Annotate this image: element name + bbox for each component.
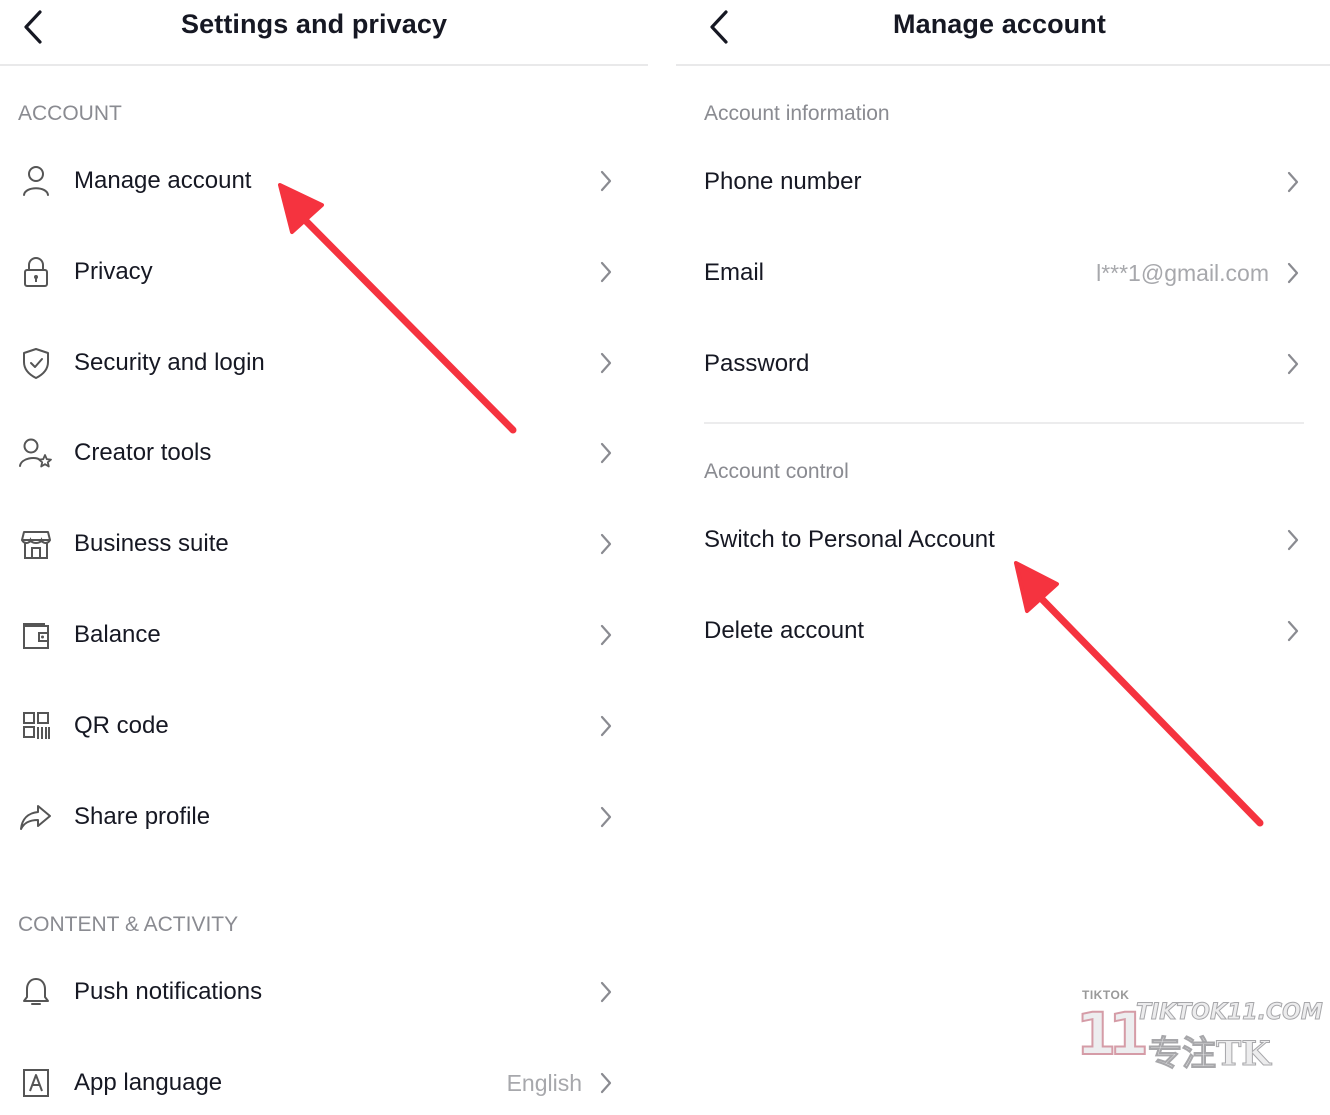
- app-language-value: English: [506, 1069, 582, 1096]
- row-label: Manage account: [74, 167, 252, 194]
- row-label: Business suite: [74, 530, 229, 557]
- section-label-account-information: Account information: [704, 102, 890, 125]
- row-label: Password: [704, 350, 810, 377]
- row-manage-account[interactable]: Manage account: [0, 149, 630, 213]
- section-label-account: ACCOUNT: [18, 102, 122, 125]
- row-label: Switch to Personal Account: [704, 526, 995, 553]
- back-button[interactable]: [704, 8, 734, 46]
- chevron-right-icon: [1285, 352, 1301, 376]
- chevron-right-icon: [598, 351, 614, 375]
- row-app-language[interactable]: App language English: [0, 1051, 630, 1115]
- manage-account-panel: Manage account Account information Phone…: [676, 0, 1330, 1109]
- section-label-content-activity: CONTENT & ACTIVITY: [18, 913, 239, 936]
- page-title: Settings and privacy: [181, 9, 448, 39]
- row-label: App language: [74, 1069, 223, 1096]
- chevron-right-icon: [598, 169, 614, 193]
- chevron-right-icon: [1285, 170, 1301, 194]
- row-label: Email: [704, 259, 765, 286]
- row-label: Push notifications: [74, 978, 263, 1005]
- chevron-right-icon: [598, 260, 614, 284]
- section-label-account-control: Account control: [704, 460, 849, 483]
- row-label: Security and login: [74, 349, 265, 376]
- watermark-logo: TIKTOK 11 TIKTOK11.COM 专注TK: [1075, 986, 1323, 1076]
- qr-code-icon: [18, 708, 54, 744]
- shield-icon: [18, 345, 54, 381]
- left-header: Settings and privacy: [0, 0, 648, 66]
- bell-icon: [18, 974, 54, 1010]
- storefront-icon: [18, 526, 54, 562]
- row-delete-account[interactable]: Delete account: [676, 599, 1310, 663]
- chevron-right-icon: [1285, 528, 1301, 552]
- row-label: Balance: [74, 621, 161, 648]
- row-label: Phone number: [704, 168, 862, 195]
- chevron-right-icon: [1285, 619, 1301, 643]
- share-arrow-icon: [18, 799, 54, 835]
- wallet-icon: [18, 617, 54, 653]
- row-privacy[interactable]: Privacy: [0, 240, 630, 304]
- row-security-and-login[interactable]: Security and login: [0, 331, 630, 395]
- chevron-right-icon: [598, 623, 614, 647]
- chevron-right-icon: [598, 532, 614, 556]
- section-divider: [704, 422, 1304, 424]
- row-push-notifications[interactable]: Push notifications: [0, 960, 630, 1024]
- chevron-left-icon: [24, 10, 42, 44]
- row-label: Privacy: [74, 258, 153, 285]
- watermark-domain: TIKTOK11.COM: [1136, 1000, 1324, 1026]
- row-business-suite[interactable]: Business suite: [0, 512, 630, 576]
- row-switch-to-personal-account[interactable]: Switch to Personal Account: [676, 508, 1310, 572]
- creator-star-icon: [18, 435, 54, 471]
- row-email[interactable]: Email l***1@gmail.com: [676, 241, 1310, 305]
- row-label: QR code: [74, 712, 169, 739]
- row-label: Delete account: [704, 617, 865, 644]
- watermark-number: 11: [1075, 999, 1150, 1069]
- language-a-icon: [18, 1065, 54, 1101]
- row-qr-code[interactable]: QR code: [0, 694, 630, 758]
- chevron-right-icon: [1285, 261, 1301, 285]
- row-label: Share profile: [74, 803, 211, 830]
- chevron-left-icon: [710, 10, 728, 44]
- row-label: Creator tools: [74, 439, 212, 466]
- row-phone-number[interactable]: Phone number: [676, 150, 1310, 214]
- settings-and-privacy-panel: Settings and privacy ACCOUNT Manage acco…: [0, 0, 648, 1109]
- chevron-right-icon: [598, 805, 614, 829]
- back-button[interactable]: [18, 8, 48, 46]
- row-share-profile[interactable]: Share profile: [0, 785, 630, 849]
- row-password[interactable]: Password: [676, 332, 1310, 396]
- chevron-right-icon: [598, 980, 614, 1004]
- row-creator-tools[interactable]: Creator tools: [0, 421, 630, 485]
- right-header: Manage account: [676, 0, 1330, 66]
- page-title: Manage account: [893, 9, 1106, 39]
- person-icon: [18, 163, 54, 199]
- chevron-right-icon: [598, 714, 614, 738]
- chevron-right-icon: [598, 1071, 614, 1095]
- watermark-slogan: 专注TK: [1148, 1034, 1272, 1075]
- lock-icon: [18, 254, 54, 290]
- email-value: l***1@gmail.com: [1096, 259, 1269, 286]
- chevron-right-icon: [598, 441, 614, 465]
- row-balance[interactable]: Balance: [0, 603, 630, 667]
